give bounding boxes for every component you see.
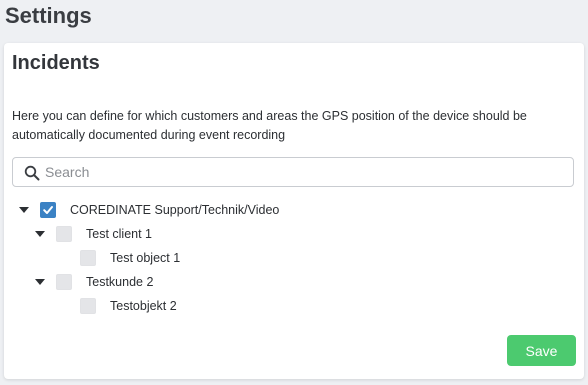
tree-row-test-client-1: Test client 1: [34, 224, 152, 244]
tree-label: Test client 1: [86, 227, 153, 241]
tree-label: COREDINATE Support/Technik/Video: [70, 203, 280, 217]
tree-label: Test object 1: [110, 251, 181, 265]
checkbox-testobjekt-2[interactable]: [80, 298, 96, 314]
check-icon: [43, 206, 53, 214]
search-box: [12, 157, 574, 187]
checkbox-coredinate[interactable]: [40, 202, 56, 218]
caret-down-icon[interactable]: [34, 228, 46, 240]
description-text: Here you can define for which customers …: [12, 109, 527, 142]
search-icon: [24, 165, 40, 181]
checkbox-testkunde-2[interactable]: [56, 274, 72, 290]
incidents-card: Incidents Here you can define for which …: [4, 43, 584, 379]
caret-down-icon[interactable]: [18, 204, 30, 216]
card-title: Incidents: [12, 52, 100, 74]
caret-down-icon[interactable]: [34, 276, 46, 288]
search-input[interactable]: [45, 161, 565, 183]
tree-row-coredinate: COREDINATE Support/Technik/Video: [18, 200, 279, 220]
tree-label: Testkunde 2: [86, 275, 154, 289]
checkbox-test-client-1[interactable]: [56, 226, 72, 242]
checkbox-test-object-1[interactable]: [80, 250, 96, 266]
page-title: Settings: [5, 3, 92, 28]
tree-row-testkunde-2: Testkunde 2: [34, 272, 153, 292]
tree-row-testobjekt-2: Testobjekt 2: [80, 296, 177, 316]
tree-row-test-object-1: Test object 1: [80, 248, 180, 268]
tree-label: Testobjekt 2: [110, 299, 177, 313]
save-button[interactable]: Save: [507, 335, 576, 366]
